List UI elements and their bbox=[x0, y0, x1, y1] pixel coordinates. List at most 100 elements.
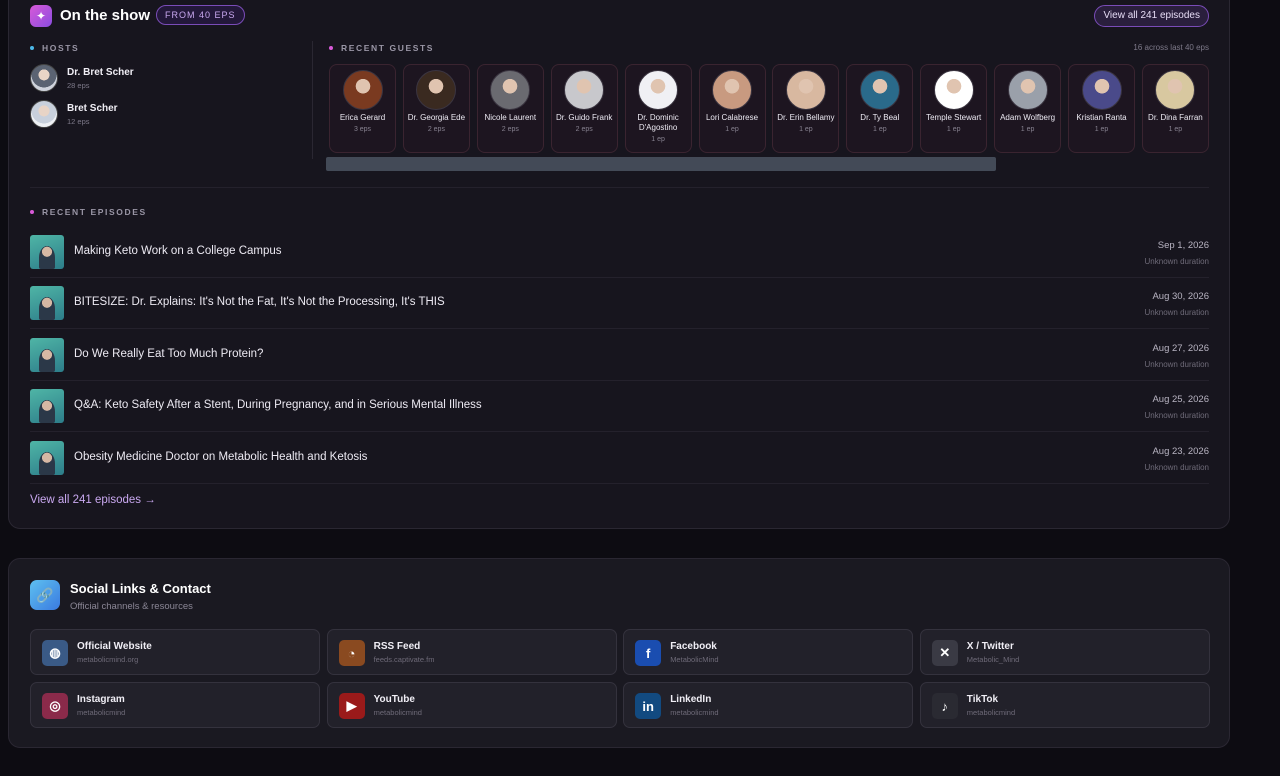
guest-eps: 2 eps bbox=[427, 126, 445, 133]
social-link-youtube[interactable]: ▶ YouTube metabolicmind bbox=[326, 682, 617, 728]
guest-card[interactable]: Temple Stewart 1 ep bbox=[920, 64, 988, 153]
guest-avatar bbox=[638, 70, 679, 110]
social-link-handle: metabolicmind.org bbox=[77, 655, 139, 664]
guest-eps: 2 eps bbox=[501, 126, 519, 133]
host-eps: 28 eps bbox=[67, 80, 90, 90]
episode-row[interactable]: Making Keto Work on a College Campus Sep … bbox=[30, 227, 1209, 278]
social-link-x-twitter[interactable]: ✕ X / Twitter Metabolic_Mind bbox=[919, 629, 1210, 675]
view-all-episodes-button[interactable]: View all 241 episodes bbox=[1094, 5, 1209, 27]
guest-card[interactable]: Dr. Guido Frank 2 eps bbox=[550, 64, 618, 153]
social-link-rss-feed[interactable]: ◔ RSS Feed feeds.captivate.fm bbox=[326, 629, 617, 675]
episode-row[interactable]: Do We Really Eat Too Much Protein? Aug 27… bbox=[30, 330, 1209, 381]
avatar bbox=[30, 100, 58, 128]
guest-card[interactable]: Dr. Dina Farran 1 ep bbox=[1141, 64, 1209, 153]
social-links-card: 🔗 Social Links & Contact Official channe… bbox=[8, 558, 1230, 748]
guest-name: Erica Gerard bbox=[339, 113, 386, 122]
globe-icon: ◍ bbox=[42, 640, 68, 666]
linkedin-icon: in bbox=[635, 693, 662, 719]
social-link-handle: metabolicmind bbox=[373, 708, 422, 717]
social-link-official-website[interactable]: ◍ Official Website metabolicmind.org bbox=[30, 629, 320, 675]
guest-avatar bbox=[1081, 70, 1122, 110]
guest-avatar bbox=[490, 70, 531, 110]
host-eps: 12 eps bbox=[67, 116, 90, 126]
episode-row[interactable]: BITESIZE: Dr. Explains: It's Not the Fat… bbox=[30, 278, 1209, 330]
guest-name: Dr. Erin Bellamy bbox=[777, 113, 835, 122]
guest-card[interactable]: Dr. Dominic D'Agostino 1 ep bbox=[624, 64, 692, 153]
guests-scrollbar[interactable] bbox=[326, 157, 996, 171]
tiktok-icon: ♪ bbox=[931, 693, 958, 719]
host-name: Bret Scher bbox=[67, 102, 118, 114]
guest-eps: 1 ep bbox=[799, 126, 813, 133]
host-item[interactable]: Bret Scher 12 eps bbox=[30, 100, 118, 128]
episode-range-badge: FROM 40 EPS bbox=[156, 5, 245, 25]
guest-avatar bbox=[859, 70, 900, 110]
guest-name: Dr. Dominic D'Agostino bbox=[637, 113, 679, 132]
episode-thumbnail bbox=[30, 235, 64, 269]
episode-title: BITESIZE: Dr. Explains: It's Not the Fat… bbox=[74, 296, 445, 309]
episode-title: Obesity Medicine Doctor on Metabolic Hea… bbox=[74, 450, 368, 463]
guest-eps: 3 eps bbox=[353, 126, 372, 133]
view-all-episodes-link[interactable]: View all 241 episodes → bbox=[30, 494, 156, 506]
guest-card[interactable]: Lori Calabrese 1 ep bbox=[698, 64, 766, 153]
guest-card[interactable]: Erica Gerard 3 eps bbox=[329, 64, 396, 153]
social-link-handle: MetabolicMind bbox=[670, 655, 719, 664]
guest-avatar bbox=[1007, 70, 1048, 110]
guest-avatar bbox=[416, 70, 457, 110]
social-title: Social Links & Contact bbox=[70, 581, 211, 596]
guest-avatar bbox=[564, 70, 605, 110]
episode-date: Aug 25, 2026 bbox=[1152, 394, 1209, 406]
episode-row[interactable]: Q&A: Keto Safety After a Stent, During P… bbox=[30, 381, 1209, 433]
guest-name: Dr. Georgia Ede bbox=[407, 113, 466, 122]
facebook-icon: f bbox=[635, 640, 662, 666]
episode-date: Aug 30, 2026 bbox=[1152, 291, 1209, 303]
episode-row[interactable]: Obesity Medicine Doctor on Metabolic Hea… bbox=[30, 433, 1209, 484]
x-twitter-icon: ✕ bbox=[931, 640, 958, 666]
guest-eps: 1 ep bbox=[725, 126, 739, 133]
on-the-show-card: ✦ On the show FROM 40 EPS View all 241 e… bbox=[8, 0, 1230, 529]
guest-eps: 1 ep bbox=[1020, 126, 1035, 133]
youtube-icon: ▶ bbox=[338, 693, 365, 719]
rss-icon: ◔ bbox=[338, 640, 365, 666]
guest-name: Dr. Ty Beal bbox=[860, 113, 900, 122]
episode-thumbnail bbox=[30, 286, 64, 321]
guests-count: 16 across last 40 eps bbox=[1133, 43, 1209, 52]
social-link-linkedin[interactable]: in LinkedIn metabolicmind bbox=[623, 682, 914, 728]
guest-eps: 1 ep bbox=[1168, 126, 1183, 133]
social-link-handle: metabolicmind bbox=[77, 708, 126, 717]
social-link-name: YouTube bbox=[373, 694, 415, 705]
guest-avatar bbox=[933, 70, 974, 110]
social-link-facebook[interactable]: f Facebook MetabolicMind bbox=[623, 629, 914, 675]
episode-title: Making Keto Work on a College Campus bbox=[74, 245, 282, 257]
guest-card[interactable]: Dr. Erin Bellamy 1 ep bbox=[772, 64, 840, 153]
social-link-tiktok[interactable]: ♪ TikTok metabolicmind bbox=[919, 682, 1210, 728]
social-link-name: Facebook bbox=[670, 641, 717, 652]
episode-duration: Unknown duration bbox=[1144, 257, 1209, 266]
guest-card[interactable]: Nicole Laurent 2 eps bbox=[476, 64, 544, 153]
guest-eps: 1 ep bbox=[946, 126, 961, 133]
guest-card[interactable]: Adam Wolfberg 1 ep bbox=[994, 64, 1062, 153]
episode-duration: Unknown duration bbox=[1144, 462, 1209, 472]
divider bbox=[30, 187, 1209, 188]
guest-name: Dr. Guido Frank bbox=[555, 113, 613, 122]
section-title: On the show bbox=[60, 7, 150, 24]
guest-card[interactable]: Dr. Ty Beal 1 ep bbox=[846, 64, 914, 153]
recent-episodes-label: RECENT EPISODES bbox=[30, 207, 147, 217]
guest-name: Adam Wolfberg bbox=[1000, 113, 1056, 122]
guest-name: Dr. Dina Farran bbox=[1148, 113, 1203, 122]
social-link-handle: feeds.captivate.fm bbox=[373, 655, 435, 664]
host-item[interactable]: Dr. Bret Scher 28 eps bbox=[30, 64, 134, 92]
link-icon: 🔗 bbox=[30, 580, 60, 610]
social-link-name: Instagram bbox=[77, 694, 125, 705]
episode-date: Aug 27, 2026 bbox=[1152, 342, 1209, 354]
episode-date: Sep 1, 2026 bbox=[1157, 240, 1209, 251]
social-link-instagram[interactable]: ◎ Instagram metabolicmind bbox=[30, 682, 320, 728]
episode-thumbnail bbox=[30, 337, 64, 372]
guest-card[interactable]: Kristian Ranta 1 ep bbox=[1068, 64, 1135, 153]
guest-card[interactable]: Dr. Georgia Ede 2 eps bbox=[402, 64, 470, 153]
guest-eps: 1 ep bbox=[872, 126, 887, 133]
avatar bbox=[30, 64, 58, 92]
episode-thumbnail bbox=[30, 389, 64, 424]
instagram-icon: ◎ bbox=[42, 693, 68, 719]
divider bbox=[312, 41, 313, 159]
sparkle-icon: ✦ bbox=[30, 5, 52, 27]
